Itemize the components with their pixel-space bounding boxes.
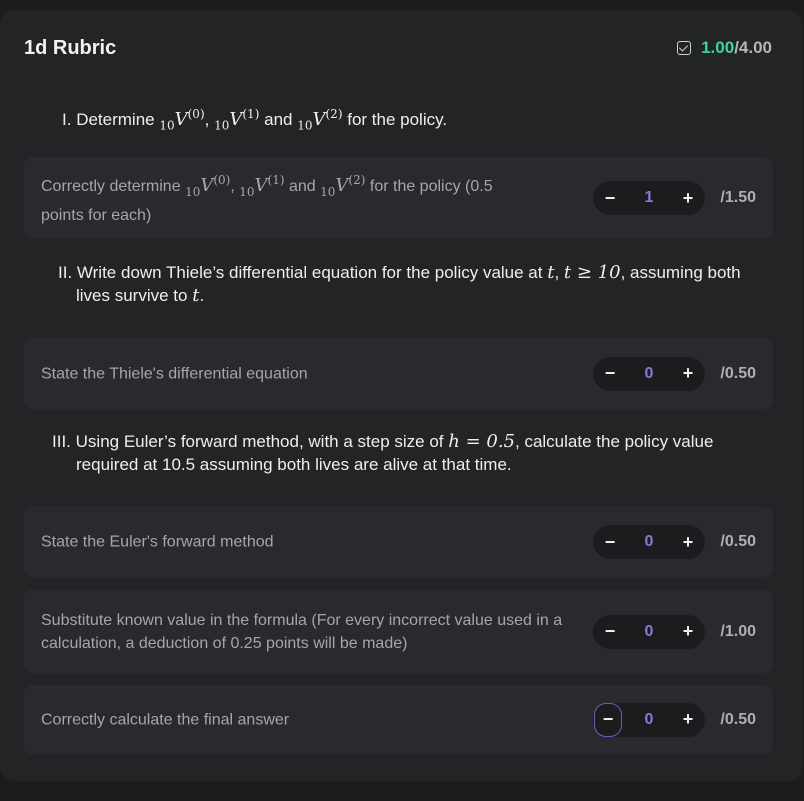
score-total: /4.00 — [734, 38, 772, 57]
score-value: 0 — [644, 622, 654, 640]
question-2: II. Write down Thiele’s differential equ… — [58, 262, 741, 306]
math-v1: 10V(1) — [239, 173, 285, 199]
decrement-button[interactable]: − — [595, 525, 625, 559]
score-value: 1 — [644, 189, 654, 206]
question-number: I. — [62, 110, 72, 129]
math-v0: 10V(0) — [185, 173, 231, 199]
decrement-button[interactable]: − — [595, 615, 625, 649]
criterion-text: Substitute known value in the formula (F… — [41, 611, 563, 652]
increment-button[interactable]: + — [673, 181, 703, 215]
math-v1: 10V(1) — [214, 107, 260, 133]
score-earned: 1.00 — [701, 38, 735, 57]
increment-button[interactable]: + — [673, 615, 703, 649]
score-value: 0 — [644, 710, 654, 728]
criterion-card-4: Substitute known value in the formula (F… — [24, 590, 773, 673]
question-number: II. — [58, 263, 73, 282]
max-points: /0.50 — [720, 533, 756, 550]
max-points: /0.50 — [720, 710, 756, 728]
max-points: /1.50 — [720, 189, 756, 206]
score-value: 0 — [644, 364, 654, 382]
criterion-text: State the Thiele's differential equation — [41, 365, 308, 382]
rubric-header: 1d Rubric 1.00/4.00 — [24, 34, 772, 62]
score-stepper: − 1 + — [593, 181, 705, 215]
score-stepper: − 0 + — [593, 702, 705, 737]
criterion-text: Correctly calculate the final answer — [41, 711, 290, 728]
increment-button[interactable]: + — [673, 703, 703, 737]
math-t: t — [192, 285, 200, 306]
math-v2: 10V(2) — [320, 173, 366, 199]
question-3: III. Using Euler’s forward method, with … — [52, 431, 714, 474]
max-points: /1.00 — [720, 622, 756, 640]
criterion-text: State the Euler's forward method — [41, 533, 274, 551]
criterion-card-5: Correctly calculate the final answer − 0… — [24, 685, 773, 754]
math-t-ge: t ≥ 10 — [563, 262, 621, 283]
increment-button[interactable]: + — [673, 525, 703, 559]
rubric-title: 1d Rubric — [24, 36, 117, 59]
criterion-card-2: State the Thiele's differential equation… — [24, 338, 773, 409]
rubric-panel: 1d Rubric 1.00/4.00 I. Determine 10V(0),… — [0, 10, 802, 781]
math-v2: 10V(2) — [297, 107, 343, 133]
question-1: I. Determine 10V(0), 10V(1) and 10V(2) f… — [62, 107, 448, 133]
score-value: 0 — [644, 533, 654, 550]
decrement-button[interactable]: − — [595, 357, 625, 391]
checkbox-icon — [677, 41, 692, 55]
math-t: t — [547, 262, 555, 283]
score-stepper: − 0 + — [593, 614, 705, 649]
score-stepper: − 0 + — [593, 356, 705, 391]
question-text: Determine — [76, 110, 155, 129]
question-number: III. — [52, 432, 71, 451]
score-summary: 1.00/4.00 — [677, 38, 772, 58]
math-h: h = 0.5 — [448, 431, 515, 452]
decrement-button[interactable]: − — [594, 702, 622, 737]
criterion-card-1: Correctly determine 10V(0), 10V(1) and 1… — [24, 157, 773, 239]
score-stepper: − 0 + — [593, 525, 705, 559]
criterion-card-3: State the Euler's forward method − 0 + /… — [24, 507, 773, 577]
increment-button[interactable]: + — [673, 357, 703, 391]
math-v0: 10V(0) — [159, 107, 205, 133]
criterion-text: Correctly determine 10V(0), 10V(1) and 1… — [41, 173, 493, 224]
max-points: /0.50 — [720, 364, 756, 382]
decrement-button[interactable]: − — [595, 181, 625, 215]
